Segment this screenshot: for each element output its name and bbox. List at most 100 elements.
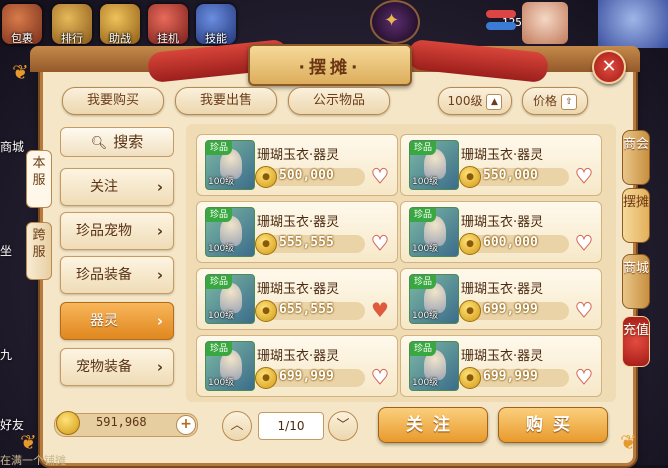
item-card[interactable]: 珍品 100级 珊瑚玉衣·器灵 ● 550,000 ♥ [400, 134, 602, 196]
category-label: 宠物装备 [76, 359, 132, 375]
heart-icon[interactable]: ♥ [573, 232, 595, 255]
search-label: 搜索 [113, 133, 144, 151]
triangle-up-icon: ▲ [486, 93, 503, 110]
category-label: 关注 [90, 179, 118, 195]
item-price: 550,000 [483, 168, 538, 183]
heart-icon[interactable]: ♥ [369, 232, 391, 255]
category-rare-equip[interactable]: 珍品装备 › [60, 256, 174, 294]
tab-sell[interactable]: 我要出售 [175, 87, 277, 115]
rare-badge: 珍品 [410, 141, 436, 155]
tab-cross-server[interactable]: 跨服 [26, 222, 52, 280]
item-level: 100级 [412, 244, 439, 254]
item-thumbnail: 珍品 100级 [409, 274, 459, 324]
category-follow[interactable]: 关注 › [60, 168, 174, 206]
level-filter-label: 100级 [447, 94, 483, 108]
buy-button[interactable]: 购买 [498, 407, 608, 443]
chevron-up-icon: ︿ [230, 418, 244, 433]
chevron-right-icon: › [156, 266, 163, 284]
level-filter-button[interactable]: 100级 ▲ [438, 87, 512, 115]
tab-local-server[interactable]: 本服 [26, 150, 52, 208]
heart-icon[interactable]: ♥ [573, 366, 595, 389]
chat-preview: 在满一个铺摊 [0, 454, 66, 467]
add-money-button[interactable]: + [176, 415, 196, 435]
hud-side-seat[interactable]: 坐 [0, 242, 12, 259]
heart-icon[interactable]: ♥ [369, 165, 391, 188]
item-price: 555,555 [279, 235, 334, 250]
hud-side-mall[interactable]: 商城 [0, 138, 24, 155]
close-button[interactable]: ✕ [592, 50, 626, 84]
heart-icon[interactable]: ♥ [369, 299, 391, 321]
heart-icon[interactable]: ♥ [573, 299, 595, 322]
coin-icon: ● [255, 367, 277, 389]
tab-mall-label: 商城 [623, 261, 650, 276]
tab-local-server-label: 本服 [32, 156, 46, 188]
follow-button[interactable]: 关注 [378, 407, 488, 443]
item-price: 500,000 [279, 168, 334, 183]
rare-badge: 珍品 [206, 208, 232, 222]
category-spirit[interactable]: 器灵 › [60, 302, 174, 340]
panel-title: ·摆摊· [298, 58, 362, 78]
coin-icon: ● [459, 166, 481, 188]
tab-buy[interactable]: 我要购买 [62, 87, 164, 115]
item-card[interactable]: 珍品 100级 珊瑚玉衣·器灵 ● 699,999 ♥ [196, 335, 398, 397]
item-level: 100级 [208, 311, 235, 321]
category-rare-pet[interactable]: 珍品宠物 › [60, 212, 174, 250]
item-name: 珊瑚玉衣·器灵 [257, 148, 340, 163]
hud-label-idle: 挂机 [157, 32, 179, 45]
item-name: 珊瑚玉衣·器灵 [461, 215, 544, 230]
hp-bar [486, 10, 516, 18]
price-sort-button[interactable]: 价格 ⇧ [522, 87, 588, 115]
item-thumbnail: 珍品 100级 [205, 140, 255, 190]
hud-side-nine[interactable]: 九 [0, 346, 12, 363]
item-price: 600,000 [483, 235, 538, 250]
item-name: 珊瑚玉衣·器灵 [257, 282, 340, 297]
coin-icon: ● [459, 367, 481, 389]
rare-badge: 珍品 [206, 342, 232, 356]
tab-recharge-label: 充值 [623, 323, 650, 338]
item-card[interactable]: 珍品 100级 珊瑚玉衣·器灵 ● 600,000 ♥ [400, 201, 602, 263]
tab-recharge[interactable]: 充值 [622, 316, 650, 367]
page-next-button[interactable]: ﹀ [328, 411, 358, 441]
item-thumbnail: 珍品 100级 [409, 140, 459, 190]
coin-icon: ● [255, 233, 277, 255]
item-card[interactable]: 珍品 100级 珊瑚玉衣·器灵 ● 699,999 ♥ [400, 335, 602, 397]
tab-guild-shop[interactable]: 商会 [622, 130, 650, 185]
item-thumbnail: 珍品 100级 [409, 207, 459, 257]
item-thumbnail: 珍品 100级 [205, 274, 255, 324]
hud-label-bag: 包裹 [11, 32, 33, 45]
item-thumbnail: 珍品 100级 [409, 341, 459, 391]
player-avatar[interactable] [598, 0, 668, 48]
item-thumbnail: 珍品 100级 [205, 341, 255, 391]
item-level: 100级 [412, 177, 439, 187]
tab-stall[interactable]: 摆摊 [622, 188, 650, 243]
category-pet-equip[interactable]: 宠物装备 › [60, 348, 174, 386]
pet-avatar[interactable] [522, 2, 568, 44]
title-plate: ·摆摊· [248, 44, 412, 86]
item-card[interactable]: 珍品 100级 珊瑚玉衣·器灵 ● 655,555 ♥ [196, 268, 398, 330]
tab-cross-server-label: 跨服 [32, 228, 46, 260]
tab-guild-shop-label: 商会 [623, 137, 650, 152]
guild-emblem-icon[interactable]: ✦ [370, 0, 420, 44]
item-level: 100级 [412, 378, 439, 388]
item-level: 100级 [208, 177, 235, 187]
arrow-up-icon: ⇧ [561, 93, 577, 110]
item-card[interactable]: 珍品 100级 珊瑚玉衣·器灵 ● 500,000 ♥ [196, 134, 398, 196]
chevron-right-icon: › [156, 178, 163, 196]
category-label: 珍品宠物 [76, 223, 132, 239]
coin-icon: ● [255, 300, 277, 322]
price-sort-label: 价格 [532, 94, 557, 108]
page-prev-button[interactable]: ︿ [222, 411, 252, 441]
hud-label-assist: 助战 [109, 32, 131, 45]
item-card[interactable]: 珍品 100级 珊瑚玉衣·器灵 ● 555,555 ♥ [196, 201, 398, 263]
heart-icon[interactable]: ♥ [573, 165, 595, 188]
item-name: 珊瑚玉衣·器灵 [257, 215, 340, 230]
search-button[interactable]: 🔍︎ 搜索 [60, 127, 174, 157]
maple-leaf-icon: ❦ [12, 60, 29, 84]
item-price: 699,999 [483, 302, 538, 317]
item-name: 珊瑚玉衣·器灵 [461, 349, 544, 364]
page-indicator: 1/10 [258, 412, 324, 440]
heart-icon[interactable]: ♥ [369, 366, 391, 389]
item-card[interactable]: 珍品 100级 珊瑚玉衣·器灵 ● 699,999 ♥ [400, 268, 602, 330]
tab-mall[interactable]: 商城 [622, 254, 650, 309]
tab-public[interactable]: 公示物品 [288, 87, 390, 115]
